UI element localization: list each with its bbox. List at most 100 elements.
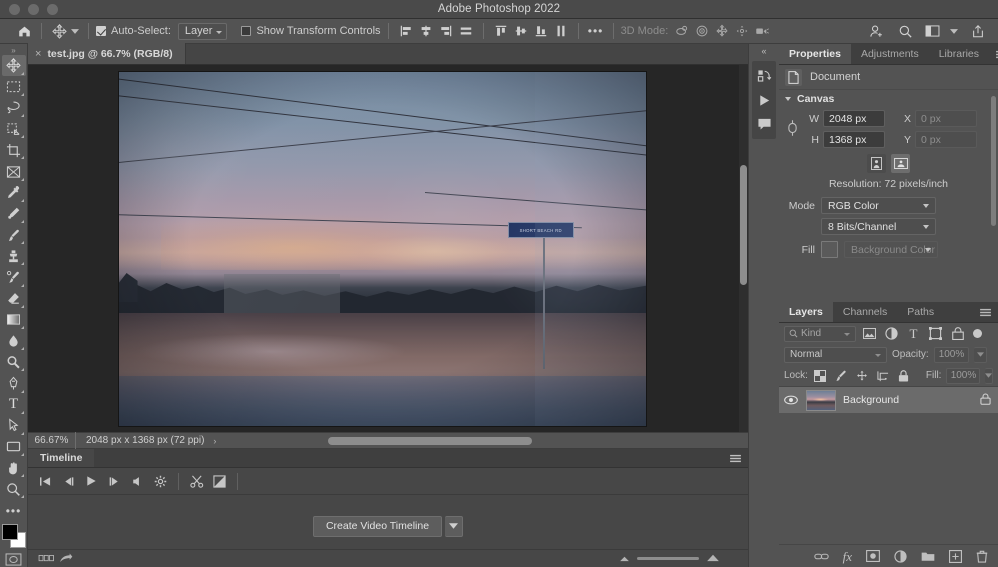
canvas-vertical-scrollbar-thumb[interactable] [740,165,747,285]
frame-tool[interactable] [2,161,26,182]
split-at-playhead-button[interactable] [185,470,208,493]
zoom-in-icon[interactable] [706,553,720,565]
lock-all-icon[interactable] [897,369,911,383]
zoom-3d-camera-icon[interactable] [752,21,772,41]
tab-layers[interactable]: Layers [779,302,833,322]
render-video-icon[interactable] [56,547,76,567]
actions-panel-icon[interactable] [752,88,777,112]
search-icon[interactable] [895,21,915,41]
audio-mute-button[interactable] [126,470,149,493]
more-options-icon[interactable]: ••• [586,21,606,41]
align-top-edges-icon[interactable] [491,21,511,41]
fill-input[interactable]: 100% [946,367,981,384]
tool-preset-chevron-down-icon[interactable] [69,21,81,41]
opacity-input[interactable]: 100% [933,346,970,363]
pen-tool[interactable] [2,373,26,394]
eyedropper-tool[interactable] [2,182,26,203]
blur-tool[interactable] [2,330,26,351]
brush-tool[interactable] [2,225,26,246]
layer-lock-icon[interactable] [980,393,991,408]
canvas-horizontal-scrollbar-track[interactable] [328,437,658,445]
filter-smart-objects-icon[interactable] [949,325,966,342]
share-user-icon[interactable] [866,21,886,41]
clone-stamp-tool[interactable] [2,246,26,267]
align-bottom-edges-icon[interactable] [531,21,551,41]
workspace-icon[interactable] [924,21,940,41]
opacity-stepper[interactable] [974,346,988,363]
filter-type-layers-icon[interactable]: T [905,325,922,342]
canvas-vertical-scrollbar-track[interactable] [739,65,748,432]
convert-to-frame-animation-icon[interactable] [36,547,56,567]
canvas-y-input[interactable]: 0 px [915,131,977,148]
libraries-panel-icon[interactable] [752,64,777,88]
align-right-edges-icon[interactable] [436,21,456,41]
timeline-zoom-slider[interactable] [637,557,699,560]
link-layers-icon[interactable] [813,552,829,561]
comments-panel-icon[interactable] [752,112,777,136]
go-to-first-frame-button[interactable] [34,470,57,493]
object-selection-tool[interactable] [2,119,26,140]
show-transform-controls-checkbox[interactable] [241,26,252,36]
chevron-down-icon[interactable] [949,21,959,41]
status-expand-icon[interactable]: › [213,436,216,446]
new-group-icon[interactable] [921,551,935,562]
filter-pixel-layers-icon[interactable] [861,325,878,342]
tab-adjustments[interactable]: Adjustments [851,44,929,64]
quick-mask-mode-button[interactable] [4,552,24,567]
portrait-orientation-button[interactable] [867,154,886,173]
canvas-section-header[interactable]: Canvas [779,89,998,108]
canvas-area[interactable]: SHORT BEACH RD [28,65,748,432]
set-timeline-options-button[interactable] [149,470,172,493]
new-layer-icon[interactable] [949,549,962,563]
fill-source-dropdown[interactable]: Background Color [844,241,938,258]
panel-menu-icon[interactable] [989,44,998,64]
move-tool-icon[interactable] [49,21,69,41]
tab-timeline[interactable]: Timeline [28,449,95,467]
delete-layer-icon[interactable] [976,550,988,563]
filter-shape-layers-icon[interactable] [927,325,944,342]
rectangular-marquee-tool[interactable] [2,76,26,97]
chevron-down-icon[interactable] [445,515,464,537]
document-tab[interactable]: × test.jpg @ 66.7% (RGB/8) [28,43,186,64]
new-adjustment-layer-icon[interactable] [894,549,907,563]
tab-paths[interactable]: Paths [897,302,944,322]
fill-color-swatch[interactable] [821,241,838,258]
edit-toolbar-tool[interactable]: ••• [2,500,26,521]
document-image[interactable]: SHORT BEACH RD [118,71,647,427]
orbit-3d-icon[interactable] [672,21,692,41]
filter-enable-toggle[interactable] [973,329,982,338]
align-horizontal-centers-icon[interactable] [416,21,436,41]
canvas-horizontal-scrollbar-thumb[interactable] [328,437,532,445]
auto-select-scope-dropdown[interactable]: Layer [177,22,228,40]
close-icon[interactable]: × [35,48,41,60]
layer-style-fx-icon[interactable]: fx [843,550,852,563]
zoom-out-icon[interactable] [619,553,630,565]
color-mode-dropdown[interactable]: RGB Color [821,197,936,214]
link-dimensions-icon[interactable] [787,118,798,141]
color-swatches[interactable] [1,524,27,549]
zoom-level-field[interactable]: 66.67% [28,432,76,449]
bit-depth-dropdown[interactable]: 8 Bits/Channel [821,218,936,235]
blend-mode-dropdown[interactable]: Normal [784,346,887,363]
table-row[interactable]: Background [779,387,998,413]
canvas-width-input[interactable]: 2048 px [823,110,885,127]
layer-thumbnail[interactable] [806,389,836,411]
history-brush-tool[interactable] [2,267,26,288]
zoom-tool[interactable] [2,479,26,500]
slide-3d-icon[interactable] [732,21,752,41]
hand-tool[interactable] [2,458,26,479]
properties-scrollbar-thumb[interactable] [991,96,996,226]
lock-transparent-pixels-icon[interactable] [813,369,827,383]
pan-3d-icon[interactable] [712,21,732,41]
spot-healing-brush-tool[interactable] [2,203,26,224]
lock-artboard-nesting-icon[interactable] [876,369,890,383]
canvas-height-input[interactable]: 1368 px [823,131,885,148]
rectangle-tool[interactable] [2,436,26,457]
distribute-horizontally-icon[interactable] [456,21,476,41]
chevron-down-icon[interactable] [785,97,791,101]
fill-stepper[interactable] [985,367,994,384]
layer-filter-kind-dropdown[interactable]: Kind [784,325,856,342]
tab-channels[interactable]: Channels [833,302,897,322]
select-previous-frame-button[interactable] [57,470,80,493]
align-vertical-centers-icon[interactable] [511,21,531,41]
